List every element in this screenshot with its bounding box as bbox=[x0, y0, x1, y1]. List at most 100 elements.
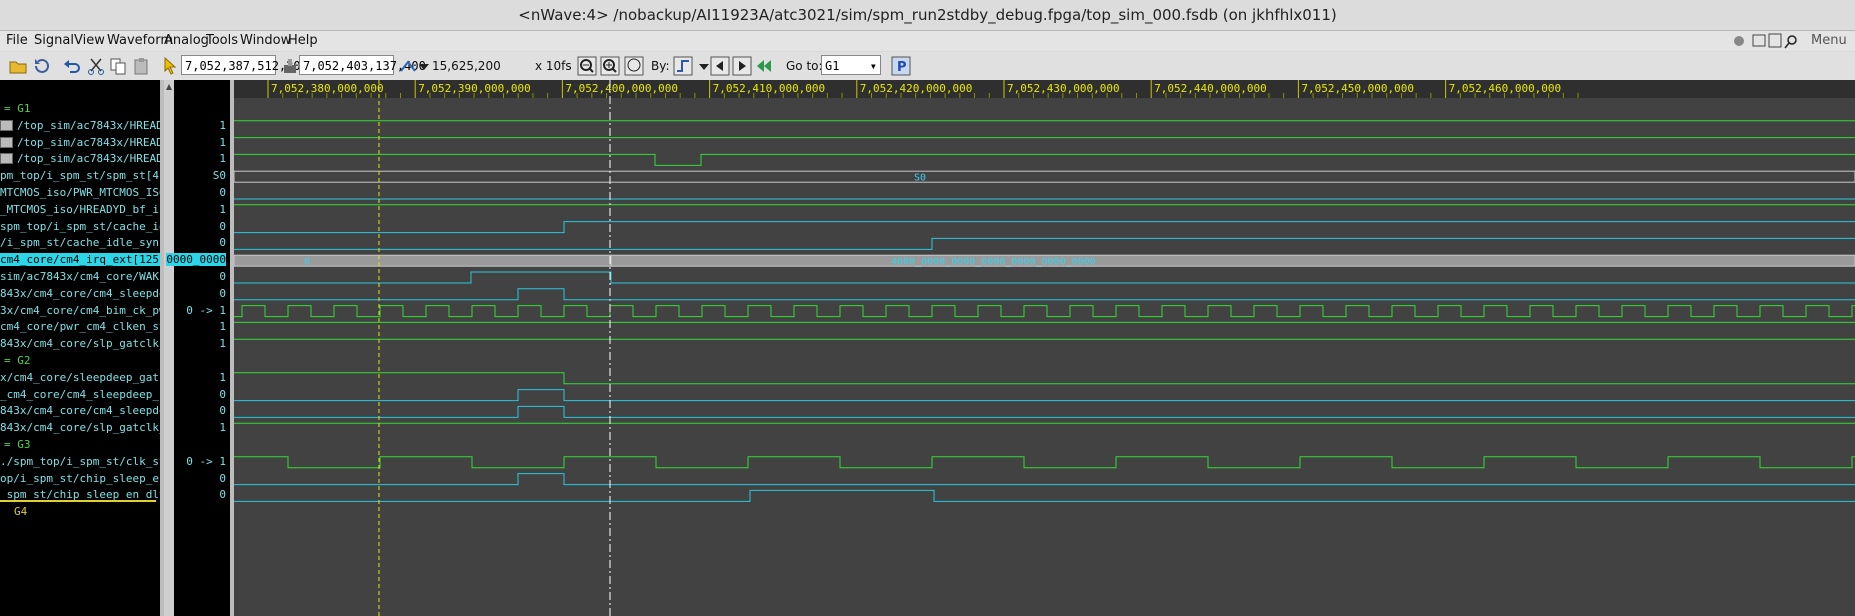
timeline-label: 7,052,440,000,000 bbox=[1154, 82, 1267, 95]
signal-name[interactable]: sim/ac7843x/cm4_core/WAKEUP bbox=[0, 270, 179, 283]
signal-type-icon bbox=[0, 153, 13, 165]
wave-background bbox=[234, 80, 1855, 616]
signal-value: 1 bbox=[219, 135, 226, 149]
signal-name[interactable]: /i_spm_st/cache_idle_synced bbox=[0, 236, 179, 249]
signal-type-icon bbox=[0, 119, 13, 131]
signal-value: 0 bbox=[219, 219, 226, 233]
signal-name[interactable]: x/cm4_core/sleepdeep_gatclk bbox=[0, 371, 179, 384]
goto-label: Go to: bbox=[786, 59, 823, 73]
signal-group[interactable]: = G3 bbox=[4, 438, 31, 451]
signal-value: 0 bbox=[219, 236, 226, 250]
prev-edge-icon[interactable] bbox=[710, 56, 730, 76]
bus-value-label: 4000_0000_0000_0000_0000_0000_0000 bbox=[891, 257, 1096, 268]
delta-time: 15,625,200 bbox=[432, 59, 501, 73]
timeline-label: 7,052,460,000,000 bbox=[1449, 82, 1562, 95]
signal-value: 0 bbox=[219, 404, 226, 418]
signal-value: 1 bbox=[219, 421, 226, 435]
window-title: <nWave:4> /nobackup/AI11923A/atc3021/sim… bbox=[518, 6, 1337, 24]
timeline-label: 7,052,430,000,000 bbox=[1007, 82, 1120, 95]
bus-segment bbox=[610, 254, 1855, 267]
search-back-icon[interactable] bbox=[754, 56, 774, 76]
signal-name[interactable]: cm4_core/cm4_irq_ext[125:0] bbox=[0, 253, 179, 267]
search-icon bbox=[1787, 35, 1797, 45]
undo-icon[interactable] bbox=[62, 56, 82, 76]
marker-icon[interactable] bbox=[280, 56, 300, 76]
bus-value-label: S0 bbox=[914, 173, 926, 184]
menu-file[interactable]: File bbox=[6, 33, 28, 48]
cursor-time-field[interactable]: 7,052,387,512,200 bbox=[181, 55, 308, 75]
timeline-label: 7,052,420,000,000 bbox=[860, 82, 973, 95]
vertical-scrollbar[interactable] bbox=[164, 80, 174, 616]
chevron-down-icon[interactable] bbox=[414, 56, 434, 76]
signal-group[interactable]: G4 bbox=[14, 505, 27, 518]
signal-value: 0 bbox=[219, 286, 226, 300]
goto-select[interactable]: G1 ▾ bbox=[821, 55, 881, 75]
signal-type-icon bbox=[0, 136, 13, 148]
signal-group[interactable]: = G2 bbox=[4, 354, 31, 367]
timeline-label: 7,052,450,000,000 bbox=[1301, 82, 1414, 95]
svg-text:P: P bbox=[897, 60, 907, 75]
reload-icon[interactable] bbox=[32, 56, 52, 76]
signal-name[interactable]: /top_sim/ac7843x/HREADYS bbox=[17, 152, 176, 165]
cut-icon[interactable] bbox=[86, 56, 106, 76]
signal-value: 1 bbox=[219, 118, 226, 132]
signal-name[interactable]: ./spm_top/i_spm_st/clk_sync bbox=[0, 455, 179, 468]
chevron-down-icon: ▾ bbox=[869, 59, 877, 73]
menu-bar: File Signal View Waveform Analog Tools W… bbox=[0, 31, 1855, 51]
signal-value-panel: 1 1 1 S0 0 1 0 0 0000_0000 0 0 0 -> 1 1 1 1 0 0 1 0 -> 1 0 0 bbox=[166, 80, 230, 616]
signal-name-panel: = G1/top_sim/ac7843x/HREADYD/top_sim/ac7… bbox=[0, 80, 185, 616]
zoom-100-icon[interactable] bbox=[624, 56, 644, 76]
goto-value: G1 bbox=[825, 59, 840, 73]
signal-value: 0 -> 1 bbox=[186, 303, 226, 317]
cursor-icon[interactable] bbox=[160, 56, 180, 76]
copy-icon[interactable] bbox=[108, 56, 128, 76]
signal-name[interactable]: pm_top/i_spm_st/spm_st[4:0] bbox=[0, 169, 179, 182]
menu-tools[interactable]: Tools bbox=[206, 33, 238, 48]
signal-name[interactable]: 843x/cm4_core/cm4_sleepdeep bbox=[0, 404, 179, 417]
signal-name[interactable]: /top_sim/ac7843x/HREADYD bbox=[17, 119, 176, 132]
menu-signal[interactable]: Signal bbox=[34, 33, 74, 48]
signal-name[interactable]: _MTCMOS_iso/HREADYD_bf_iso bbox=[0, 203, 172, 216]
next-edge-icon[interactable] bbox=[732, 56, 752, 76]
signal-value: 0 -> 1 bbox=[186, 454, 226, 468]
signal-group[interactable]: = G1 bbox=[4, 102, 31, 115]
signal-name[interactable]: op/i_spm_st/chip_sleep_en_t bbox=[0, 472, 179, 485]
signal-name[interactable]: cm4_core/pwr_cm4_clken_sync bbox=[0, 320, 179, 333]
zoom-fit-icon[interactable] bbox=[577, 56, 597, 76]
marker-time-field[interactable]: 7,052,403,137,400 bbox=[299, 55, 426, 75]
signal-name[interactable]: spm_top/i_spm_st/cache_idle bbox=[0, 220, 179, 233]
signal-name[interactable]: MTCMOS_iso/PWR_MTCMOS_ISOON bbox=[0, 186, 179, 199]
zoom-in-icon[interactable] bbox=[600, 56, 620, 76]
signal-name[interactable]: _cm4_core/cm4_sleepdeep_rise bbox=[0, 388, 185, 401]
signal-name[interactable]: 3x/cm4_core/cm4_bim_ck_pwr bbox=[0, 304, 172, 317]
open-folder-icon[interactable] bbox=[8, 56, 28, 76]
timeline-label: 7,052,390,000,000 bbox=[418, 82, 531, 95]
property-icon[interactable]: P bbox=[891, 56, 911, 76]
edge-select-icon[interactable] bbox=[673, 56, 693, 76]
bus-segment bbox=[234, 254, 612, 267]
group-separator bbox=[0, 500, 156, 503]
settings-icon bbox=[1734, 36, 1744, 46]
signal-value: 1 bbox=[219, 202, 226, 216]
scroll-up-icon bbox=[166, 84, 172, 90]
by-label: By: bbox=[651, 59, 670, 73]
signal-name[interactable]: 843x/cm4_core/slp_gatclk_en bbox=[0, 337, 179, 350]
signal-value: 0 bbox=[219, 270, 226, 283]
signal-value: 0000_0000 bbox=[166, 253, 226, 267]
signal-value: 0 bbox=[219, 186, 226, 199]
signal-name[interactable]: /top_sim/ac7843x/HREADYI bbox=[17, 136, 176, 149]
signal-name[interactable]: 843x/cm4_core/cm4_sleepdeep bbox=[0, 287, 179, 300]
menu-right-area: Menu bbox=[1725, 31, 1855, 51]
menu-search-label[interactable]: Menu bbox=[1811, 33, 1847, 48]
paste-icon[interactable] bbox=[132, 56, 152, 76]
menu-window[interactable]: Window bbox=[240, 33, 291, 48]
signal-value: 1 bbox=[219, 152, 226, 166]
timeline-label: 7,052,400,000,000 bbox=[565, 82, 678, 95]
restore-icon bbox=[1752, 34, 1766, 47]
menu-help[interactable]: Help bbox=[288, 33, 318, 48]
signal-value: 0 bbox=[219, 471, 226, 485]
signal-name[interactable]: 843x/cm4_core/slp_gatclk_en bbox=[0, 421, 179, 434]
waveform-view[interactable]: 7,052,380,000,000 7,052,390,000,000 7,052,… bbox=[234, 80, 1855, 616]
menu-analog[interactable]: Analog bbox=[164, 33, 209, 48]
menu-view[interactable]: View bbox=[74, 33, 105, 48]
